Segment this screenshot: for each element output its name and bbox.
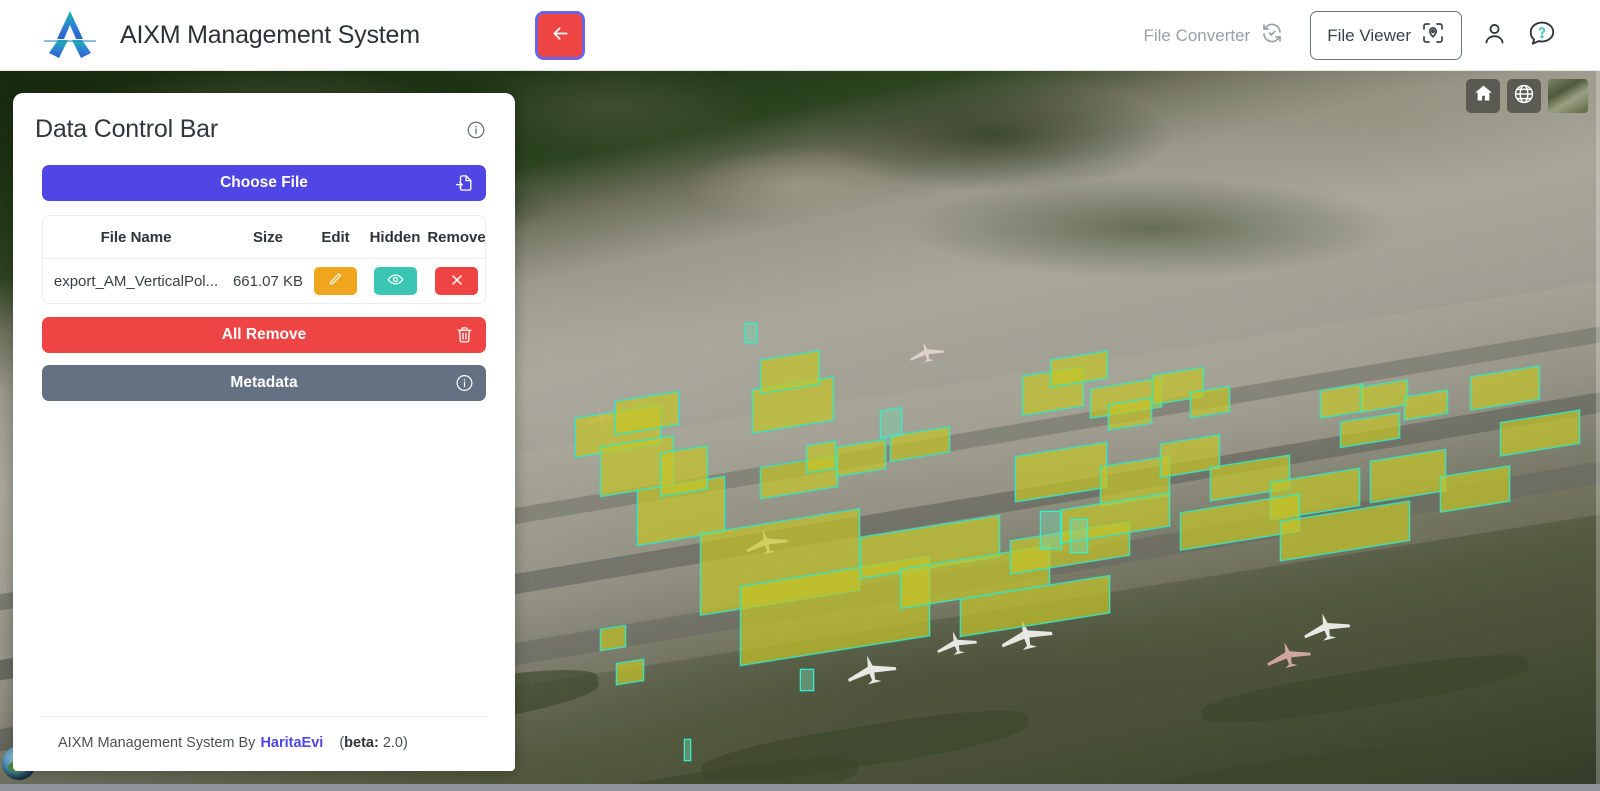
aixm-polygon [806, 440, 836, 474]
basemap-thumbnail-icon[interactable] [1548, 79, 1588, 113]
panel-footer-wrap: AIXM Management System By HaritaEvi (bet… [13, 716, 515, 771]
column-header-hidden: Hidden [369, 229, 421, 246]
window-bottom-bar [0, 784, 1600, 791]
paren-close: ) [403, 735, 408, 751]
cell-hidden [364, 259, 426, 303]
convert-sync-icon [1260, 21, 1284, 50]
file-viewer-label: File Viewer [1327, 25, 1411, 45]
panel-body: Choose File File Name Size Edit Hidden R… [13, 145, 515, 716]
globe-icon [1513, 83, 1535, 110]
toggle-visibility-button[interactable] [373, 267, 417, 295]
column-header-size: Size [252, 229, 283, 246]
trash-icon [455, 326, 474, 345]
footer-text: AIXM Management System By [58, 735, 256, 751]
map-pin-scan-icon [1421, 21, 1445, 50]
cell-edit [307, 259, 364, 303]
app-title: AIXM Management System [120, 20, 420, 49]
choose-file-button[interactable]: Choose File [42, 165, 486, 201]
edit-file-button[interactable] [314, 267, 357, 295]
choose-file-label: Choose File [220, 174, 308, 191]
beta-version: 2.0 [382, 735, 404, 751]
person-icon [1481, 20, 1508, 52]
aixm-logo-icon [38, 9, 102, 61]
panel-footer: AIXM Management System By HaritaEvi (bet… [42, 716, 486, 751]
eye-icon [387, 271, 404, 291]
cell-remove [426, 259, 485, 303]
aixm-polygon [800, 669, 814, 691]
aixm-polygon [1040, 511, 1062, 549]
aixm-polygon [745, 323, 757, 343]
panel-header: Data Control Bar [13, 93, 515, 145]
metadata-button[interactable]: Metadata [42, 365, 486, 401]
aixm-polygon [1070, 519, 1088, 553]
all-remove-label: All Remove [221, 326, 307, 343]
cell-file-size: 661.07 KB [232, 272, 304, 290]
pencil-icon [328, 272, 343, 290]
account-button[interactable] [1470, 12, 1518, 60]
map-home-button[interactable] [1466, 79, 1500, 113]
aixm-polygon [684, 739, 691, 761]
footer-beta: (beta: 2.0) [339, 735, 408, 751]
metadata-label: Metadata [230, 374, 298, 391]
file-converter-label: File Converter [1143, 25, 1251, 45]
file-converter-tab[interactable]: File Converter [1129, 21, 1298, 50]
help-button[interactable] [1518, 12, 1566, 60]
aixm-polygon [616, 658, 644, 686]
home-icon [1473, 83, 1494, 109]
aixm-polygon [880, 407, 902, 439]
beta-label: beta: [344, 735, 379, 751]
header-actions: File Converter File Viewer [1129, 0, 1566, 71]
column-header-edit: Edit [321, 229, 350, 246]
table-row: export_AM_VerticalPol... 661.07 KB [43, 259, 485, 303]
column-header-file-name: File Name [100, 229, 172, 246]
map-controls [1466, 79, 1588, 113]
aixm-polygon [660, 445, 708, 497]
panel-info-button[interactable] [466, 120, 486, 145]
aixm-polygon [600, 624, 626, 652]
page-title: Data Control Bar [35, 115, 218, 143]
data-control-bar-panel: Data Control Bar Choose File File Name S… [13, 93, 515, 771]
app-root: AIXM Management System File Converter Fi… [0, 0, 1600, 791]
table-header-row: File Name Size Edit Hidden Remove [43, 216, 485, 259]
panel-empty-space [42, 401, 486, 716]
info-circle-icon [455, 374, 474, 393]
map-scroll-edge[interactable] [1596, 71, 1600, 784]
map-projection-button[interactable] [1507, 79, 1541, 113]
file-import-icon [455, 174, 474, 193]
app-header: AIXM Management System File Converter Fi… [0, 0, 1600, 71]
back-button[interactable] [535, 11, 585, 60]
close-x-icon [449, 272, 465, 291]
info-circle-icon [466, 121, 486, 144]
all-remove-button[interactable]: All Remove [42, 317, 486, 353]
help-chat-icon [1527, 18, 1557, 53]
file-viewer-tab[interactable]: File Viewer [1310, 11, 1462, 60]
remove-file-button[interactable] [435, 267, 478, 295]
cell-file-name: export_AM_VerticalPol... [53, 272, 219, 290]
arrow-left-icon [550, 23, 571, 49]
file-list-table: File Name Size Edit Hidden Remove export… [42, 215, 486, 304]
footer-brand-link[interactable]: HaritaEvi [260, 735, 323, 751]
brand: AIXM Management System [0, 9, 420, 61]
column-header-remove: Remove [427, 229, 486, 246]
